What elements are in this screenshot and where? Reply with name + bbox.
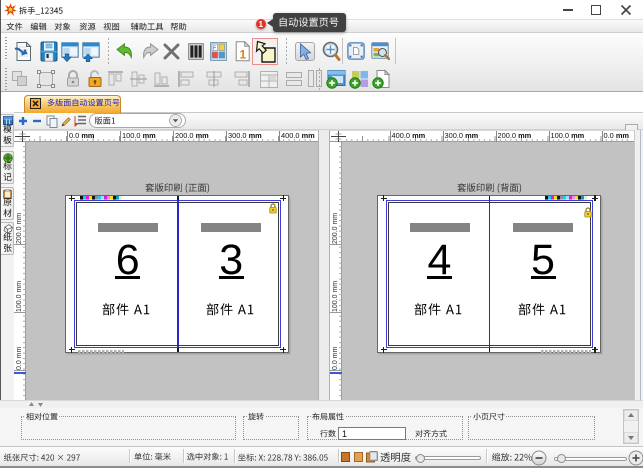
svg-text:1: 1 (240, 48, 247, 62)
